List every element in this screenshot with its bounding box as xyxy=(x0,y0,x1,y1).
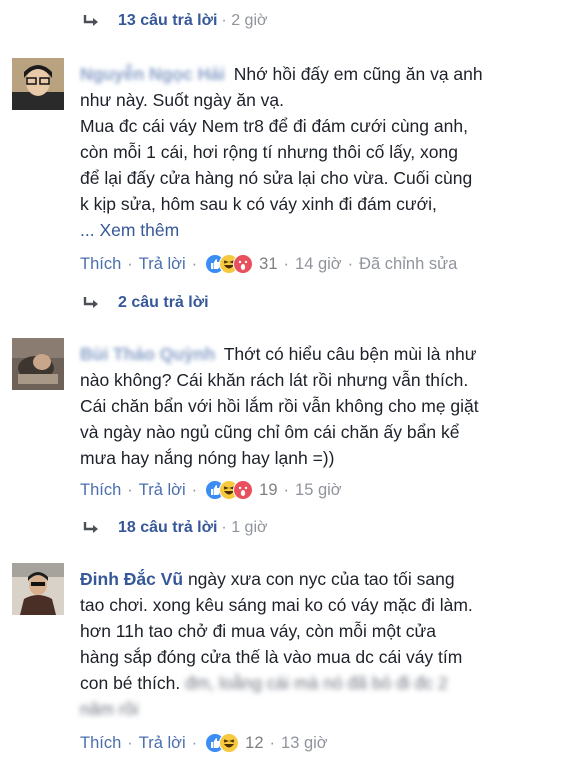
comment-actions: Thích · Trả lời · 19 · 15 giờ xyxy=(80,480,342,500)
reaction-count[interactable]: 31 xyxy=(259,255,277,274)
reply-link[interactable]: Trả lời xyxy=(139,481,186,500)
comment-actions: Thích · Trả lời · 31 · 14 giờ · Đã chỉnh… xyxy=(80,254,458,274)
comment-line: hàng sắp đóng cửa thế là vào mua dc cái … xyxy=(80,647,463,667)
comment-time[interactable]: 15 giờ xyxy=(295,481,342,500)
comment-line: Mua đc cái váy Nem tr8 để đi đám cưới cù… xyxy=(80,116,468,136)
comment-line: và ngày nào ngủ cũng chỉ ôm cái chăn ấy … xyxy=(80,422,460,442)
comment-author[interactable]: Nguyễn Ngọc Hải xyxy=(80,64,225,84)
comment-body: Đinh Đắc Vũ ngày xưa con nyc của tao tối… xyxy=(80,566,550,722)
see-more-link[interactable]: ... Xem thêm xyxy=(80,220,179,240)
reactions-summary[interactable] xyxy=(205,254,254,274)
reply-link[interactable]: Trả lời xyxy=(139,734,186,753)
avatar-photo xyxy=(12,58,64,110)
comment-actions: Thích · Trả lời · 12 · 13 giờ xyxy=(80,733,328,753)
comment-author[interactable]: Đinh Đắc Vũ xyxy=(80,569,183,589)
avatar[interactable] xyxy=(12,563,64,615)
like-link[interactable]: Thích xyxy=(80,481,121,500)
avatar-photo xyxy=(12,338,64,390)
comment-line: ngày xưa con nyc của tao tối sang xyxy=(187,569,455,589)
reply-arrow-icon xyxy=(83,522,98,533)
like-link[interactable]: Thích xyxy=(80,734,121,753)
comment-line: như này. Suốt ngày ăn vạ. xyxy=(80,90,285,110)
reply-arrow-icon xyxy=(83,15,98,26)
reply-thread-row[interactable]: 13 câu trả lời · 2 giờ xyxy=(82,12,267,30)
comment-line: tao chơi. xong kêu sáng mai ko có váy mặ… xyxy=(80,595,473,615)
avatar[interactable] xyxy=(12,338,64,390)
comment-time[interactable]: 14 giờ xyxy=(295,255,342,274)
avatar-photo xyxy=(12,563,64,615)
reactions-summary[interactable] xyxy=(205,733,240,753)
comment-line: Thớt có hiểu câu bện mùi là như xyxy=(223,344,477,364)
wow-reaction-icon xyxy=(233,254,254,274)
edited-label[interactable]: Đã chỉnh sửa xyxy=(359,255,457,274)
reply-count-link[interactable]: 18 câu trả lời xyxy=(118,519,217,537)
reply-thread-row[interactable]: 2 câu trả lời xyxy=(82,294,213,312)
blurred-text: năm rồi xyxy=(80,699,139,719)
comment-line: nào không? Cái khăn rách lát rồi nhưng v… xyxy=(80,370,469,390)
like-link[interactable]: Thích xyxy=(80,255,121,274)
reaction-count[interactable]: 19 xyxy=(259,481,277,500)
avatar[interactable] xyxy=(12,58,64,110)
reply-thread-row[interactable]: 18 câu trả lời · 1 giờ xyxy=(82,519,267,537)
reply-count-link[interactable]: 13 câu trả lời xyxy=(118,12,217,30)
blurred-text: đm, loằng cái mà nó đã bỏ đi đc 2 xyxy=(185,673,448,693)
comment-time[interactable]: 13 giờ xyxy=(281,734,328,753)
comment-line: còn mỗi 1 cái, hơi rộng tí nhưng thôi cố… xyxy=(80,142,458,162)
reply-link[interactable]: Trả lời xyxy=(139,255,186,274)
comment-line: k kịp sửa, hôm sau k có váy xinh đi đám … xyxy=(80,194,437,214)
comment-line: hơn 11h tao chở đi mua váy, còn mỗi một … xyxy=(80,621,436,641)
comment-body: Nguyễn Ngọc Hải Nhớ hồi đấy em cũng ăn v… xyxy=(80,61,550,243)
reply-count-link[interactable]: 2 câu trả lời xyxy=(118,294,209,312)
reply-time: · 1 giờ xyxy=(221,519,268,536)
comment-line: con bé thích. xyxy=(80,673,181,693)
comment-line: Cái chăn bẩn với hồi lắm rồi vẫn không c… xyxy=(80,396,479,416)
reactions-summary[interactable] xyxy=(205,480,254,500)
haha-reaction-icon xyxy=(219,733,240,753)
reaction-count[interactable]: 12 xyxy=(245,734,263,753)
comment-line: để lại đấy cửa hàng nó sửa lại cho vừa. … xyxy=(80,168,473,188)
comment-author[interactable]: Bùi Thảo Quỳnh xyxy=(80,344,215,364)
reply-arrow-icon xyxy=(83,297,98,308)
wow-reaction-icon xyxy=(233,480,254,500)
reply-time: · 2 giờ xyxy=(221,12,268,29)
comment-body: Bùi Thảo Quỳnh Thớt có hiểu câu bện mùi … xyxy=(80,341,550,471)
comment-line: mưa hay nắng nóng hay lạnh =)) xyxy=(80,448,335,468)
comment-line: Nhớ hồi đấy em cũng ăn vạ anh xyxy=(233,64,483,84)
